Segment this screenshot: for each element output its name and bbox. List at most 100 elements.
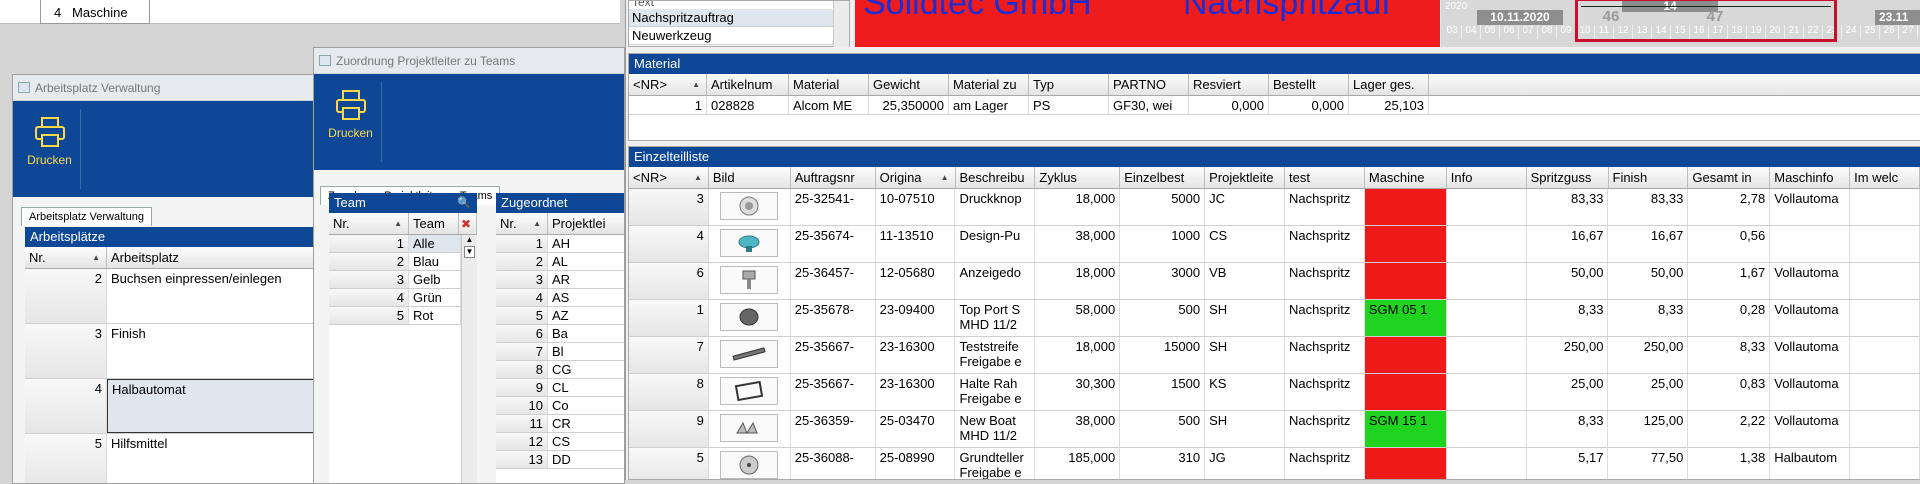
part-thumbnail[interactable] [720, 451, 779, 479]
table-row[interactable]: 3 25-32541- 10-07510 Druckknop 18,000 5000 JC N… [629, 189, 1920, 226]
col-nr[interactable]: Nr. [496, 213, 548, 234]
window-titlebar[interactable]: Arbeitsplatz Verwaltung [13, 75, 325, 101]
part-thumbnail[interactable] [720, 377, 779, 405]
parts-col-header[interactable]: Origina [876, 167, 956, 188]
parts-col-header[interactable]: Maschinfo [1770, 167, 1851, 188]
material-col-header[interactable]: Material [789, 74, 869, 95]
parts-col-header[interactable]: Beschreibu [956, 167, 1036, 188]
cal-day[interactable]: 04 [1462, 25, 1481, 39]
part-thumbnail[interactable] [720, 303, 779, 331]
col-nr[interactable]: Nr. [25, 247, 107, 268]
cell-test: Nachspritz [1285, 226, 1365, 262]
table-row[interactable]: 13 DD [496, 451, 624, 469]
cal-day[interactable]: 03 [1443, 25, 1462, 39]
material-col-header[interactable]: Lager ges. [1349, 74, 1429, 95]
parts-col-header[interactable]: Gesamt in [1688, 167, 1771, 188]
text-list-item[interactable]: Nachspritzauftrag [629, 9, 833, 27]
text-list-scrollbar[interactable] [833, 1, 849, 47]
material-col-header[interactable]: Bestellt [1269, 74, 1349, 95]
team-scrollbar[interactable]: ▲ ▼ [461, 235, 477, 483]
cell-maschine [1364, 337, 1447, 373]
material-col-header[interactable]: Material zu [949, 74, 1029, 95]
table-row[interactable]: 10 Co [496, 397, 624, 415]
cell-original: 25-03470 [876, 411, 956, 447]
print-button[interactable]: Drucken [19, 109, 81, 189]
table-row[interactable]: 8 25-35667- 23-16300 Halte Rah Freigabe e 30,… [629, 374, 1920, 411]
cal-day[interactable]: 24 [1842, 25, 1861, 39]
table-row[interactable]: 1 Alle [329, 235, 461, 253]
parts-col-header[interactable]: <NR> [629, 167, 709, 188]
table-row[interactable]: 3 Gelb [329, 271, 461, 289]
cal-day[interactable]: 08 [1538, 25, 1557, 39]
table-row[interactable]: 6 Ba [496, 325, 624, 343]
table-row[interactable]: 1 25-35678- 23-09400 Top Port S MHD 11/2 58,0… [629, 300, 1920, 337]
cell-projektleiter: KS [1205, 374, 1285, 410]
parts-col-header[interactable]: Finish [1609, 167, 1689, 188]
table-row[interactable]: 3 Finish [25, 324, 325, 379]
text-list-item[interactable]: Neuwerkzeug [629, 27, 833, 45]
parts-col-header[interactable]: Maschine [1365, 167, 1447, 188]
material-col-header[interactable]: Resviert [1189, 74, 1269, 95]
table-row[interactable]: 5 Hilfsmittel [25, 434, 325, 483]
table-row[interactable]: 4 AS [496, 289, 624, 307]
table-row[interactable]: 5 Rot [329, 307, 461, 325]
cal-day[interactable]: 26 [1880, 25, 1899, 39]
table-row[interactable]: 7 25-35667- 23-16300 Teststreife Freigabe e1… [629, 337, 1920, 374]
parts-col-header[interactable]: Im welc [1850, 167, 1920, 188]
cal-day[interactable]: 05 [1481, 25, 1500, 39]
parts-col-header[interactable]: Auftragsnr [791, 167, 876, 188]
table-row[interactable]: 5 25-36088- 25-08990 Grundteller Freigabe e1… [629, 448, 1920, 479]
table-row[interactable]: 4 25-35674- 11-13510 Design-Pu 38,000 1000 CS N… [629, 226, 1920, 263]
cell-beschreibung: Top Port S MHD 11/2 [955, 300, 1036, 336]
table-row[interactable]: 5 AZ [496, 307, 624, 325]
cal-day[interactable]: 25 [1861, 25, 1880, 39]
table-row[interactable]: 2 Buchsen einpressen/einlegen [25, 269, 325, 324]
col-team[interactable]: Team [409, 213, 459, 234]
col-arbeitsplatz[interactable]: Arbeitsplatz [107, 247, 325, 268]
part-thumbnail[interactable] [720, 340, 779, 368]
material-col-header[interactable]: Gewicht [869, 74, 949, 95]
part-thumbnail[interactable] [720, 266, 779, 294]
col-projektleiter[interactable]: Projektlei [548, 213, 624, 234]
search-icon[interactable]: 🔍 [457, 193, 471, 213]
material-col-header[interactable]: PARTNO [1109, 74, 1189, 95]
material-row[interactable]: 1 028828 Alcom ME 25,350000 am Lager PS GF30, … [629, 96, 1920, 115]
cal-day[interactable]: 07 [1519, 25, 1538, 39]
window-titlebar[interactable]: Zuordnung Projektleiter zu Teams [314, 48, 624, 74]
parts-col-header[interactable]: test [1285, 167, 1365, 188]
material-col-header[interactable]: Typ [1029, 74, 1109, 95]
material-col-header[interactable]: Artikelnum [707, 74, 789, 95]
table-row[interactable]: 3 AR [496, 271, 624, 289]
table-row[interactable]: 2 Blau [329, 253, 461, 271]
table-row[interactable]: 11 CR [496, 415, 624, 433]
cal-day[interactable]: 06 [1500, 25, 1519, 39]
table-row[interactable]: 9 CL [496, 379, 624, 397]
col-nr[interactable]: Nr. [329, 213, 409, 234]
table-row[interactable]: 8 CG [496, 361, 624, 379]
table-row[interactable]: 2 AL [496, 253, 624, 271]
table-row[interactable]: 9 25-36359- 25-03470 New Boat MHD 11/2 38,000… [629, 411, 1920, 448]
table-row[interactable]: 4 Halbautomat [25, 379, 325, 434]
parts-col-header[interactable]: Info [1447, 167, 1527, 188]
parts-col-header[interactable]: Bild [709, 167, 791, 188]
table-row[interactable]: 6 25-36457- 12-05680 Anzeigedo 18,000 3000 VB N… [629, 263, 1920, 300]
cell-gesamt: 0,56 [1688, 226, 1771, 262]
cell-nr: 2 [25, 269, 107, 323]
part-thumbnail[interactable] [720, 192, 779, 220]
cal-day[interactable]: 09 [1557, 25, 1576, 39]
tools-icon[interactable]: ✖ [459, 213, 477, 234]
part-thumbnail[interactable] [720, 414, 779, 442]
print-button[interactable]: Drucken [320, 82, 382, 162]
parts-col-header[interactable]: Projektleite [1205, 167, 1285, 188]
tab-arbeitsplatz[interactable]: Arbeitsplatz Verwaltung [21, 207, 152, 226]
table-row[interactable]: 12 CS [496, 433, 624, 451]
table-row[interactable]: 1 AH [496, 235, 624, 253]
material-col-header[interactable]: <NR> [629, 74, 707, 95]
part-thumbnail[interactable] [720, 229, 779, 257]
parts-col-header[interactable]: Spritzguss [1527, 167, 1609, 188]
cal-day[interactable]: 27 [1899, 25, 1918, 39]
table-row[interactable]: 4 Grün [329, 289, 461, 307]
parts-col-header[interactable]: Zyklus [1035, 167, 1121, 188]
table-row[interactable]: 7 Bl [496, 343, 624, 361]
parts-col-header[interactable]: Einzelbest [1120, 167, 1206, 188]
